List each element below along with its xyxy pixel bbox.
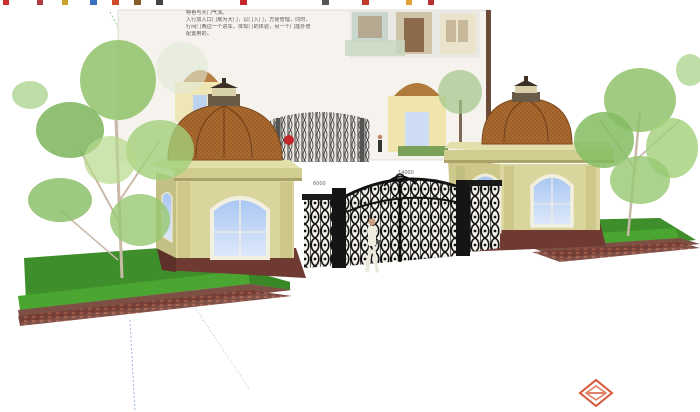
iron-gate [302,173,502,268]
backdrop-thumbnails [345,10,480,58]
backdrop-text-line: 行间门两边一个进车，体现门的体验，另一个门能外管 [186,24,311,30]
red-flower-accent [284,135,294,145]
gate-pier-left [332,188,346,268]
gate-pier-right [456,180,470,256]
backdrop-description-text: 特色与大门气派。 入行加入口门扇为大门，以门入门，方便管理，同时， 行间门两边一… [186,10,336,38]
dimension-label-left: 6000 [313,181,326,187]
backdrop-person [377,134,383,152]
sketchup-viewport[interactable]: 特色与大门气派。 入行加入口门扇为大门，以门入门，方便管理，同时， 行间门两边一… [0,0,700,412]
backdrop-text-line: 特色与大门气派。 [186,10,228,16]
backdrop-text-line: 入行加入口门扇为大门，以门入门，方便管理，同时， [186,17,311,23]
scene-3d-model [12,9,700,412]
backdrop-text-line: 配置用的。 [186,31,213,37]
dimension-label-right: 14000 [398,170,414,176]
diamond-logo-icon [578,378,614,408]
axis-line-diagonal [189,299,251,391]
axis-line-bottom [129,319,136,412]
